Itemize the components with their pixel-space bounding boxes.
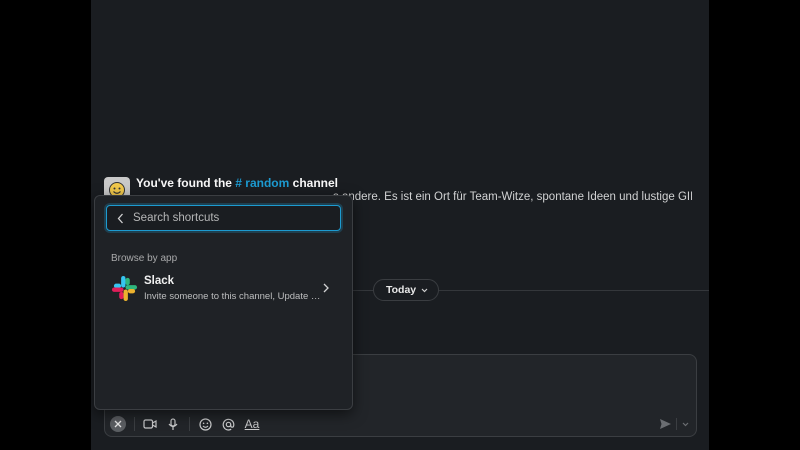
toolbar-separator [676, 418, 677, 430]
app-name: Slack [144, 275, 175, 287]
shortcuts-popover: Browse by app Slack Invite someone to th… [94, 195, 353, 410]
app-item-slack[interactable]: Slack Invite someone to this channel, Up… [101, 270, 347, 308]
format-icon: Aa [244, 417, 260, 431]
microphone-icon [168, 417, 178, 430]
send-button[interactable] [657, 414, 673, 434]
video-clip-button[interactable] [142, 414, 158, 434]
search-shortcuts-input[interactable] [133, 212, 340, 224]
emoji-icon [198, 417, 212, 431]
send-options-button[interactable] [680, 414, 690, 434]
intro-title-suffix: channel [289, 176, 338, 190]
shortcuts-search-box [106, 205, 341, 231]
emoji-button[interactable] [197, 414, 213, 434]
toolbar-separator [134, 417, 135, 431]
mention-button[interactable] [220, 414, 236, 434]
intro-title-prefix: You've found the [136, 176, 236, 190]
composer-toolbar: Aa [108, 414, 693, 434]
chevron-right-icon [323, 283, 329, 293]
date-divider-label: Today [386, 284, 417, 296]
close-shortcuts-button[interactable] [110, 416, 126, 432]
toolbar-separator [189, 417, 190, 431]
date-divider-button[interactable]: Today [373, 279, 440, 301]
close-icon [114, 420, 122, 428]
browse-by-app-label: Browse by app [111, 253, 178, 264]
video-icon [143, 419, 157, 429]
chevron-down-icon [421, 288, 428, 292]
chevron-down-icon [682, 422, 688, 426]
audio-clip-button[interactable] [166, 414, 180, 434]
channel-intro-title: You've found the # random channel [136, 176, 338, 190]
back-button[interactable] [107, 206, 133, 230]
app-subtitle: Invite someone to this channel, Update y… [144, 291, 322, 302]
slack-logo-icon [111, 275, 138, 302]
chevron-left-icon [117, 213, 123, 223]
format-button[interactable]: Aa [243, 414, 261, 434]
channel-link[interactable]: # random [235, 176, 289, 190]
mention-icon [222, 418, 234, 430]
intro-description-text: s andere. Es ist ein Ort für Team-Witze,… [333, 191, 692, 203]
send-icon [659, 419, 671, 429]
